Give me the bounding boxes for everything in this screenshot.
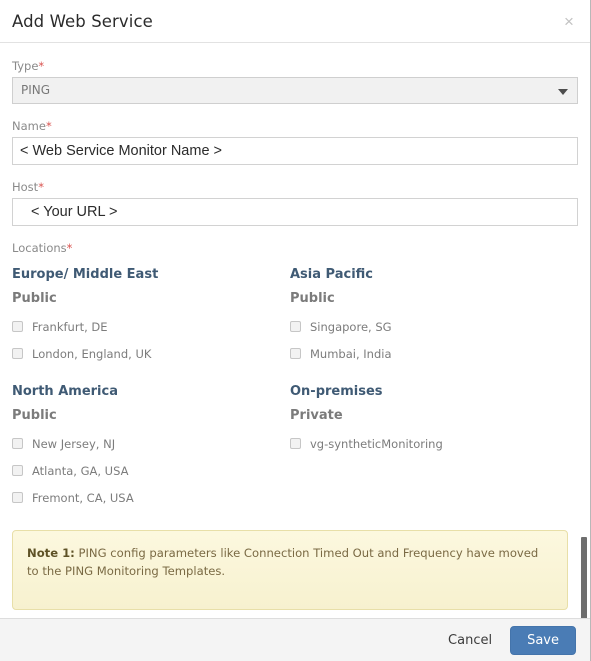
locations-grid: Europe/ Middle East Public Frankfurt, DE Lo… [12,267,578,528]
chevron-down-icon [558,89,568,95]
host-label-text: Host [12,180,39,194]
location-label: Frankfurt, DE [32,319,108,334]
required-marker: * [38,180,44,194]
location-checkbox[interactable] [290,321,301,332]
dialog-footer: Cancel Save [0,618,590,661]
location-label: Singapore, SG [310,319,392,334]
location-access-heading: Public [290,291,335,306]
location-row[interactable]: Fremont, CA, USA [12,484,290,511]
location-checkbox[interactable] [290,348,301,359]
note-text: Note 1: PING config parameters like Conn… [27,544,553,580]
required-marker: * [66,241,73,255]
required-marker: * [45,119,52,133]
locations-label-text: Locations [12,241,67,255]
host-label: Host* [12,180,578,194]
type-select-value: PING [21,83,51,97]
location-group: Asia Pacific Public Singapore, SG Mumbai, I… [290,267,578,367]
location-row[interactable]: vg-syntheticMonitoring [290,430,578,457]
page-title: Add Web Service [12,11,153,31]
dialog-header: Add Web Service × [0,0,590,43]
type-select[interactable]: PING [12,77,578,104]
type-label: Type* [12,59,578,73]
location-region-heading: Europe/ Middle East [12,267,159,282]
location-label: Mumbai, India [310,346,392,361]
location-group: North America Public New Jersey, NJ Atlanta… [12,384,290,511]
location-row[interactable]: Atlanta, GA, USA [12,457,290,484]
note-box: Note 1: PING config parameters like Conn… [12,530,568,610]
location-row[interactable]: Singapore, SG [290,313,578,340]
location-row[interactable]: New Jersey, NJ [12,430,290,457]
location-label: London, England, UK [32,346,152,361]
location-region-heading: Asia Pacific [290,267,374,282]
location-checkbox[interactable] [12,321,23,332]
location-group: On-premises Private vg-syntheticMonitoring [290,384,578,511]
location-access-heading: Public [12,291,57,306]
location-label: New Jersey, NJ [32,436,116,451]
location-row[interactable]: London, England, UK [12,340,290,367]
location-checkbox[interactable] [290,438,301,449]
location-checkbox[interactable] [12,465,23,476]
name-input[interactable]: < Web Service Monitor Name > [12,137,578,165]
dialog-body: Type* PING Name* < Web Service Monitor N… [0,43,590,618]
location-label: Fremont, CA, USA [32,490,134,505]
save-button[interactable]: Save [510,625,576,655]
name-input-value: < Web Service Monitor Name > [20,143,223,159]
scrollbar-track[interactable] [581,87,589,618]
location-access-heading: Private [290,408,343,423]
note-prefix: Note 1: [27,546,75,560]
name-label: Name* [12,119,578,133]
name-label-text: Name [12,119,46,133]
add-web-service-dialog: Add Web Service × Type* PING Name* < Web… [0,0,591,661]
locations-label: Locations* [12,241,578,255]
location-label: Atlanta, GA, USA [32,463,129,478]
scrollbar-thumb[interactable] [581,537,587,618]
location-row[interactable]: Mumbai, India [290,340,578,367]
required-marker: * [38,59,45,73]
location-region-heading: North America [12,384,118,399]
location-row[interactable]: Frankfurt, DE [12,313,290,340]
type-label-text: Type [12,59,39,73]
location-checkbox[interactable] [12,492,23,503]
location-group: Europe/ Middle East Public Frankfurt, DE Lo… [12,267,290,367]
location-region-heading: On-premises [290,384,383,399]
location-access-heading: Public [12,408,57,423]
location-checkbox[interactable] [12,348,23,359]
location-checkbox[interactable] [12,438,23,449]
note-body: PING config parameters like Connection T… [27,546,539,578]
host-input[interactable]: < Your URL > [12,198,578,226]
location-label: vg-syntheticMonitoring [310,436,443,451]
cancel-button[interactable]: Cancel [438,627,502,654]
host-input-value: < Your URL > [31,204,118,220]
close-icon[interactable]: × [558,10,580,32]
